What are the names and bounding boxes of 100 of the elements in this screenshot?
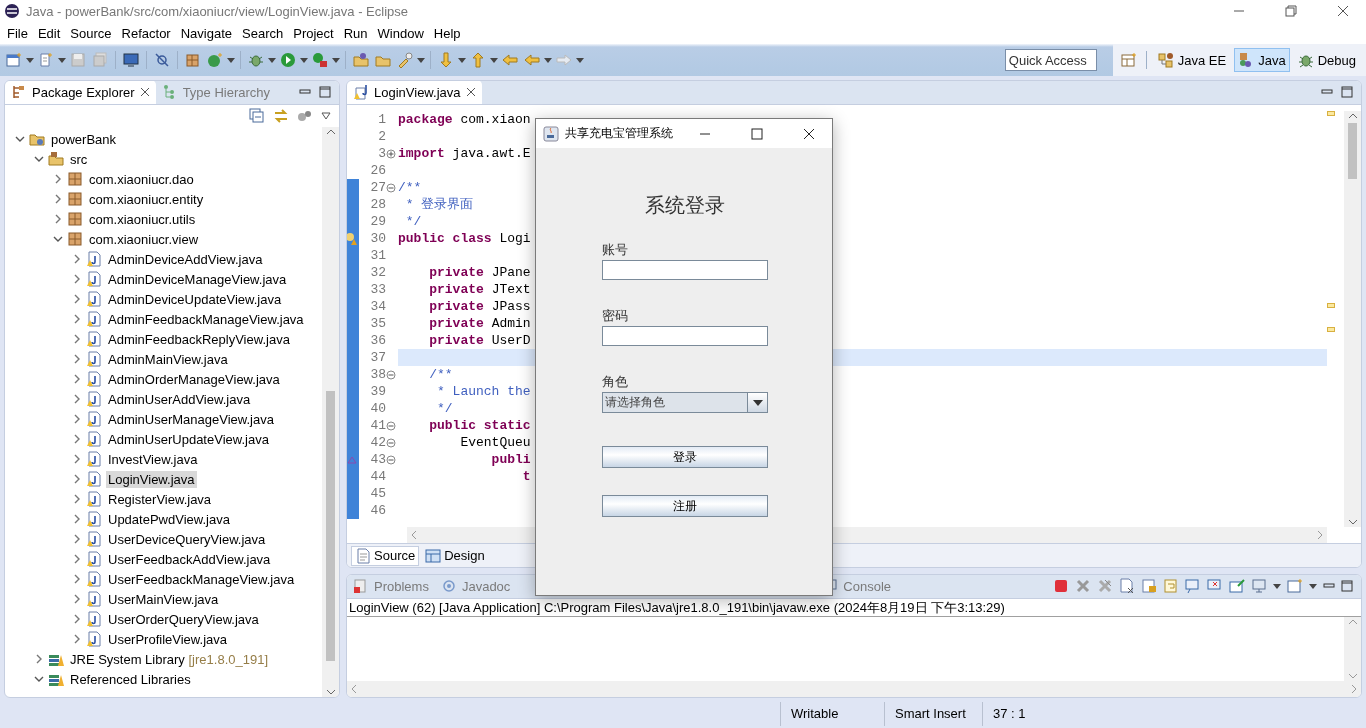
tree-item[interactable]: RegisterView.java	[106, 490, 214, 508]
collapse-fold-icon[interactable]	[386, 369, 396, 380]
dropdown-caret-icon[interactable]	[227, 57, 235, 63]
menu-item[interactable]: Window	[372, 23, 429, 43]
close-icon[interactable]	[465, 87, 476, 97]
dropdown-caret-icon[interactable]	[1309, 583, 1317, 589]
collapse-fold-icon[interactable]	[386, 437, 396, 448]
view-tab[interactable]: Package Explorer	[5, 81, 156, 104]
tree-item[interactable]: JRE System Library [jre1.8.0_191]	[68, 650, 270, 668]
dropdown-caret-icon[interactable]	[332, 57, 340, 63]
tree-item[interactable]: AdminDeviceManageView.java	[106, 270, 289, 288]
dropdown-caret-icon[interactable]	[1273, 583, 1281, 589]
tree-item[interactable]: UserFeedbackAddView.java	[106, 550, 273, 568]
menu-item[interactable]: Navigate	[175, 23, 237, 43]
tree-item[interactable]: powerBank	[49, 130, 119, 148]
dropdown-caret-icon[interactable]	[490, 57, 498, 63]
close-icon[interactable]	[139, 87, 150, 97]
tree-item[interactable]: AdminFeedbackReplyView.java	[106, 330, 292, 348]
view-tab[interactable]: Type Hierarchy	[155, 81, 277, 104]
dialog-button[interactable]: 登录	[602, 446, 768, 468]
view-menu-icon[interactable]	[321, 112, 331, 120]
left-arrow-icon	[524, 52, 540, 68]
dropdown-caret-icon[interactable]	[268, 57, 276, 63]
quick-access-field[interactable]: Quick Access	[1004, 49, 1097, 71]
tree-item[interactable]: UserFeedbackManageView.java	[106, 570, 297, 588]
dropdown-caret-icon[interactable]	[576, 57, 584, 63]
menu-item[interactable]: Run	[338, 23, 373, 43]
password-field[interactable]	[602, 326, 768, 346]
link-arrows-icon[interactable]	[273, 108, 289, 124]
dialog-button[interactable]: 注册	[602, 495, 768, 517]
perspective-button[interactable]: Java	[1234, 48, 1290, 72]
stop-icon[interactable]	[1053, 578, 1069, 594]
editor-mode-tab[interactable]: Design	[421, 545, 489, 566]
scroll-lock-icon[interactable]	[1141, 578, 1157, 594]
dropdown-caret-icon[interactable]	[300, 57, 308, 63]
tree-item[interactable]: com.xiaoniucr.entity	[87, 190, 206, 208]
menu-item[interactable]: Help	[428, 23, 466, 43]
tree-item[interactable]: AdminOrderManageView.java	[106, 370, 282, 388]
tree-item[interactable]: AdminUserUpdateView.java	[106, 430, 271, 448]
show-output-icon[interactable]	[1185, 578, 1201, 594]
perspective-button[interactable]: Java EE	[1153, 48, 1231, 72]
menu-item[interactable]: File	[2, 23, 33, 43]
chevron-down-icon[interactable]	[34, 674, 44, 684]
menu-item[interactable]: Search	[237, 23, 289, 43]
dropdown-caret-icon[interactable]	[58, 57, 66, 63]
tree-item[interactable]: UpdatePwdView.java	[106, 510, 232, 528]
remove-all-icon[interactable]	[1097, 578, 1113, 594]
dropdown-caret-icon[interactable]	[26, 57, 34, 63]
menu-item[interactable]: Refactor	[116, 23, 176, 43]
tree-item[interactable]: UserOrderQueryView.java	[106, 610, 261, 628]
code-line: private JPane	[428, 264, 531, 281]
tree-item[interactable]: LoginView.java	[106, 470, 197, 488]
tree-item[interactable]: com.xiaoniucr.dao	[87, 170, 196, 188]
input-field[interactable]	[602, 260, 768, 280]
maximize-icon[interactable]	[319, 86, 331, 98]
remove-icon[interactable]	[1075, 578, 1091, 594]
menu-item[interactable]: Source	[65, 23, 117, 43]
editor-tab[interactable]: LoginView.java	[347, 81, 482, 104]
expand-fold-icon[interactable]	[386, 148, 396, 159]
tree-item[interactable]: UserProfileView.java	[106, 630, 229, 648]
perspective-button[interactable]: Debug	[1293, 48, 1360, 72]
tree-item[interactable]: src	[68, 150, 90, 168]
tree-item[interactable]: AdminFeedbackManageView.java	[106, 310, 306, 328]
pin-icon[interactable]	[1229, 578, 1245, 594]
dropdown-caret-icon[interactable]	[417, 57, 425, 63]
role-dropdown[interactable]: 请选择角色	[602, 392, 768, 413]
collapse-fold-icon[interactable]	[386, 182, 396, 193]
tree-item[interactable]: com.xiaoniucr.view	[87, 230, 201, 248]
maximize-icon[interactable]	[1341, 580, 1353, 592]
new-console-icon[interactable]	[1287, 578, 1303, 594]
collapse-all-icon[interactable]	[249, 108, 265, 124]
menu-item[interactable]: Project	[288, 23, 339, 43]
tree-item[interactable]: UserDeviceQueryView.java	[106, 530, 268, 548]
window-title: Java - powerBank/src/com/xiaoniucr/view/LoginView.java - Eclipse	[26, 3, 409, 19]
clear-console-icon[interactable]	[1119, 578, 1135, 594]
tree-item[interactable]: AdminDeviceUpdateView.java	[106, 290, 284, 308]
maximize-icon[interactable]	[1341, 86, 1353, 98]
dropdown-caret-icon[interactable]	[458, 57, 466, 63]
menu-item[interactable]: Edit	[32, 23, 66, 43]
view-tab[interactable]: Problems	[347, 575, 435, 598]
chevron-down-icon[interactable]	[53, 234, 63, 244]
tree-item[interactable]: AdminMainView.java	[106, 350, 230, 368]
tree-item[interactable]: InvestView.java	[106, 450, 200, 468]
scrollbar-thumb[interactable]	[326, 391, 335, 661]
collapse-fold-icon[interactable]	[386, 454, 396, 465]
filter-dots-icon[interactable]	[297, 108, 313, 124]
dropdown-caret-icon[interactable]	[544, 57, 552, 63]
new-file-icon	[38, 52, 54, 68]
tree-item[interactable]: AdminUserAddView.java	[106, 390, 253, 408]
tree-item[interactable]: AdminDeviceAddView.java	[106, 250, 265, 268]
tree-item[interactable]: com.xiaoniucr.utils	[87, 210, 198, 228]
scrollbar-thumb[interactable]	[1348, 123, 1357, 179]
view-tab[interactable]: Javadoc	[434, 575, 517, 598]
java-file-icon	[86, 371, 102, 387]
tree-item[interactable]: AdminUserManageView.java	[106, 410, 276, 428]
tree-item[interactable]: Referenced Libraries	[68, 670, 193, 688]
tree-item[interactable]: UserMainView.java	[106, 590, 221, 608]
editor-mode-tab[interactable]: Source	[351, 545, 420, 566]
collapse-fold-icon[interactable]	[386, 420, 396, 431]
chevron-right-icon[interactable]	[34, 654, 44, 664]
